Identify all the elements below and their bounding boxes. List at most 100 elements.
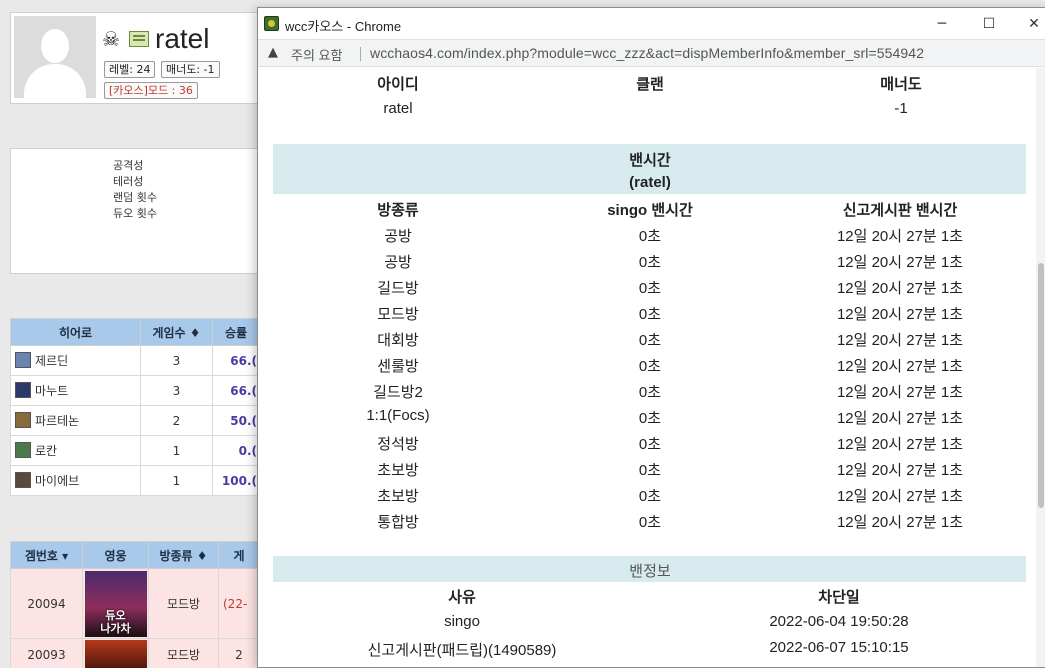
hero-cell[interactable]: 제르딘 [10, 345, 141, 376]
ban-date-header: 차단일 [818, 589, 860, 606]
security-warning-label[interactable]: 주의 요함 [291, 45, 342, 64]
minimize-button[interactable]: ─ [922, 12, 962, 36]
room-type-cell: 모드방 [148, 638, 219, 668]
rate-cell: 100.( [212, 465, 260, 496]
popup-window: wcc카오스 - Chrome ─ ☐ ✕ ▲ 주의 요함 wcchaos4.c… [257, 7, 1045, 668]
room-type-cell: 대회방 [377, 332, 419, 349]
hero-cell[interactable]: 마이에브 [10, 465, 141, 496]
hero-column-header[interactable]: 히어로 [10, 318, 141, 346]
singo-ban-cell: 0초 [638, 462, 662, 479]
avatar [14, 16, 96, 98]
board-ban-cell: 12일 20시 27분 1초 [836, 436, 964, 453]
rate-column-header[interactable]: 승률 [212, 318, 260, 346]
board-ban-cell: 12일 20시 27분 1초 [836, 228, 964, 245]
level-badge: 레벨: 24 [104, 61, 156, 78]
scrollbar-thumb[interactable] [1038, 263, 1044, 508]
table-row: 파르테논 2 50.( [10, 405, 260, 436]
maximize-button[interactable]: ☐ [969, 12, 1009, 36]
nickname: ratel [155, 23, 210, 54]
hero-table: 히어로 게임수 ♦ 승률 제르딘 3 66.( 마누트 3 66.( 파르테논 … [10, 318, 260, 496]
hero-cell[interactable]: 로칸 [10, 435, 141, 466]
room-type-cell: 길드방2 [373, 384, 423, 401]
hero-portrait-icon [15, 442, 31, 458]
ban-reason: singo [444, 613, 480, 630]
room-type-cell: 정석방 [377, 436, 419, 453]
singo-ban-cell: 0초 [638, 514, 662, 531]
manner-header: 매너도 [880, 76, 922, 93]
board-ban-cell: 12일 20시 27분 1초 [836, 332, 964, 349]
singo-ban-cell: 0초 [638, 384, 662, 401]
hero-portrait-icon [15, 412, 31, 428]
board-ban-header: 신고게시판 밴시간 [842, 202, 958, 219]
table-row[interactable]: 20093 모드방 2 [10, 638, 260, 668]
id-header: 아이디 [377, 76, 419, 93]
room-type-cell: 초보방 [377, 462, 419, 479]
games-cell: 1 [140, 435, 213, 466]
room-type-cell: 통합방 [377, 514, 419, 531]
room-type-cell: 초보방 [377, 488, 419, 505]
url-text[interactable]: wcchaos4.com/index.php?module=wcc_zzz&ac… [370, 45, 924, 61]
hero-column-header: 영웅 [82, 541, 149, 569]
singo-ban-cell: 0초 [638, 306, 662, 323]
id-value: ratel [383, 100, 413, 117]
game-id-cell: 20093 [10, 638, 83, 668]
stat-label: 듀오 횟수 [113, 207, 157, 220]
singo-ban-header: singo 밴시간 [607, 202, 693, 219]
hero-name: 마누트 [35, 384, 69, 398]
singo-ban-cell: 0초 [638, 332, 662, 349]
singo-ban-cell: 0초 [638, 488, 662, 505]
address-bar[interactable]: ▲ 주의 요함 wcchaos4.com/index.php?module=wc… [258, 39, 1045, 67]
table-row: 제르딘 3 66.( [10, 345, 260, 376]
hero-thumbnail [84, 639, 147, 668]
board-ban-cell: 12일 20시 27분 1초 [836, 462, 964, 479]
board-ban-cell: 12일 20시 27분 1초 [836, 488, 964, 505]
singo-ban-cell: 0초 [638, 410, 662, 427]
ban-time-subtitle: (ratel) [629, 174, 671, 191]
skull-icon: ☠ [102, 27, 120, 51]
game-extra-cell: 2 [218, 638, 260, 668]
window-title: wcc카오스 - Chrome [285, 19, 402, 34]
singo-ban-cell: 0초 [638, 280, 662, 297]
hero-badge-text: 듀오 나가차 [100, 608, 131, 635]
room-type-cell: 모드방 [377, 306, 419, 323]
ban-time-title: 밴시간 [629, 152, 671, 169]
room-type-cell: 공방 [384, 228, 412, 245]
stats-box: 공격성 테러성 랜덤 횟수 듀오 횟수 [10, 148, 265, 274]
hero-thumb-cell: 듀오 나가차 [82, 568, 149, 639]
games-column-header[interactable]: 게임수 ♦ [140, 318, 213, 346]
stat-label: 테러성 [113, 175, 144, 188]
address-separator [360, 47, 361, 61]
stat-label: 공격성 [113, 159, 144, 172]
singo-ban-cell: 0초 [638, 228, 662, 245]
room-type-cell: 1:1(Focs) [366, 407, 430, 424]
room-type-cell: 길드방 [377, 280, 419, 297]
rate-cell: 0.( [212, 435, 260, 466]
title-bar[interactable]: wcc카오스 - Chrome ─ ☐ ✕ [258, 8, 1045, 39]
close-button[interactable]: ✕ [1014, 12, 1045, 36]
hero-name: 파르테논 [35, 414, 80, 428]
hero-portrait-icon [15, 352, 31, 368]
member-info-content: 아이디 클랜 매너도 ratel -1 밴시간 (ratel) 방종류 sing… [258, 68, 1045, 667]
vertical-scrollbar[interactable] [1036, 68, 1045, 667]
rank-icon [129, 31, 149, 47]
rate-cell: 66.( [212, 345, 260, 376]
clan-header: 클랜 [636, 76, 664, 93]
table-row[interactable]: 20094 듀오 나가차 모드방 (22- [10, 568, 260, 639]
chaos-mode-badge: [카오스]모드 : 36 [104, 82, 198, 99]
games-cell: 1 [140, 465, 213, 496]
warning-icon[interactable]: ▲ [268, 45, 278, 60]
ban-date: 2022-06-07 15:10:15 [769, 639, 909, 656]
hero-cell[interactable]: 파르테논 [10, 405, 141, 436]
hero-thumb-cell [82, 638, 149, 668]
hero-cell[interactable]: 마누트 [10, 375, 141, 406]
game-id-column-header[interactable]: 겜번호 ▾ [10, 541, 83, 569]
singo-ban-cell: 0초 [638, 254, 662, 271]
room-type-column-header[interactable]: 방종류 ♦ [148, 541, 219, 569]
games-cell: 2 [140, 405, 213, 436]
desktop: ☠ ratel 레벨: 24 매너도: -1 [카오스]모드 : 36 공격성 … [0, 0, 1045, 668]
table-row: 로칸 1 0.( [10, 435, 260, 466]
app-icon [264, 16, 279, 31]
singo-ban-cell: 0초 [638, 436, 662, 453]
games-cell: 3 [140, 345, 213, 376]
board-ban-cell: 12일 20시 27분 1초 [836, 514, 964, 531]
